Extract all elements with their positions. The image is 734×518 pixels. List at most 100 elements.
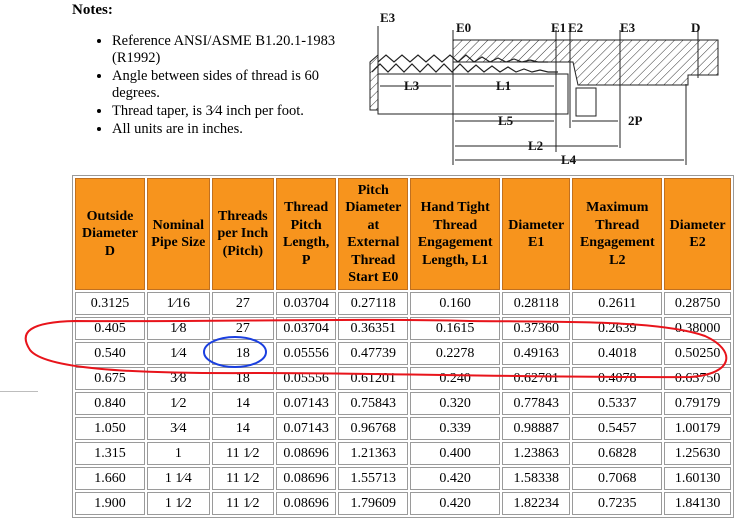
cell-nominal-pipe-size: 1 xyxy=(146,442,210,465)
cell-pitch-diameter-e0: 0.36351 xyxy=(338,317,409,340)
separator-line xyxy=(0,391,38,392)
cell-pitch-diameter-e0: 0.27118 xyxy=(338,292,409,315)
col-hand-tight-engagement: Hand Tight Thread Engagement Length, L1 xyxy=(410,178,501,290)
cell-pitch-diameter-e0: 1.79609 xyxy=(338,492,409,515)
label-e3-right: E3 xyxy=(620,20,636,35)
note-item: Angle between sides of thread is 60 degr… xyxy=(112,68,362,102)
cell-hand-tight-engagement: 0.420 xyxy=(410,467,501,490)
cell-diameter-e2: 0.50250 xyxy=(664,342,731,365)
table-row: 1.050 3⁄4 14 0.07143 0.96768 0.339 0.98887 0.54… xyxy=(75,417,731,440)
label-e2: E2 xyxy=(568,20,583,35)
label-l4: L4 xyxy=(561,152,577,167)
cell-thread-pitch-length: 0.07143 xyxy=(275,417,337,440)
cell-nominal-pipe-size: 1⁄16 xyxy=(146,292,210,315)
cell-nominal-pipe-size: 1⁄8 xyxy=(146,317,210,340)
cell-pitch-diameter-e0: 0.47739 xyxy=(338,342,409,365)
cell-threads-per-inch: 14 xyxy=(211,417,274,440)
label-l3: L3 xyxy=(404,78,420,93)
table-row: 1.660 1 1⁄4 11 1⁄2 0.08696 1.55713 0.420 1.583… xyxy=(75,467,731,490)
cell-nominal-pipe-size: 1⁄2 xyxy=(146,392,210,415)
cell-diameter-e2: 0.28750 xyxy=(664,292,731,315)
col-outside-diameter: Outside Diameter D xyxy=(75,178,145,290)
cell-outside-diameter: 1.660 xyxy=(75,467,145,490)
cell-outside-diameter: 0.3125 xyxy=(75,292,145,315)
cell-max-thread-engagement: 0.4018 xyxy=(572,342,663,365)
cell-pitch-diameter-e0: 1.55713 xyxy=(338,467,409,490)
cell-max-thread-engagement: 0.5337 xyxy=(572,392,663,415)
table-row: 1.315 1 11 1⁄2 0.08696 1.21363 0.400 1.23863 0.… xyxy=(75,442,731,465)
cell-max-thread-engagement: 0.7068 xyxy=(572,467,663,490)
table-header-row: Outside Diameter D Nominal Pipe Size Thr… xyxy=(75,178,731,290)
table-row: 0.3125 1⁄16 27 0.03704 0.27118 0.160 0.28118 0.… xyxy=(75,292,731,315)
cell-pitch-diameter-e0: 0.96768 xyxy=(338,417,409,440)
cell-nominal-pipe-size: 1⁄4 xyxy=(146,342,210,365)
cell-diameter-e1: 0.77843 xyxy=(502,392,571,415)
cell-threads-per-inch: 18 xyxy=(211,342,274,365)
table-row: 1.900 1 1⁄2 11 1⁄2 0.08696 1.79609 0.420 1.822… xyxy=(75,492,731,515)
cell-outside-diameter: 0.405 xyxy=(75,317,145,340)
inner-step xyxy=(575,87,597,117)
cell-diameter-e2: 1.84130 xyxy=(664,492,731,515)
cell-diameter-e1: 0.37360 xyxy=(502,317,571,340)
thread-profile-lower xyxy=(371,63,558,73)
cell-diameter-e2: 0.63750 xyxy=(664,367,731,390)
col-nominal-pipe-size: Nominal Pipe Size xyxy=(146,178,210,290)
cell-outside-diameter: 1.050 xyxy=(75,417,145,440)
notes-section: Notes: Reference ANSI/ASME B1.20.1-1983 … xyxy=(72,2,362,139)
cell-diameter-e1: 0.28118 xyxy=(502,292,571,315)
table-body: 0.3125 1⁄16 27 0.03704 0.27118 0.160 0.28118 0.… xyxy=(75,292,731,515)
label-e0: E0 xyxy=(456,20,471,35)
cell-threads-per-inch: 27 xyxy=(211,292,274,315)
cell-pitch-diameter-e0: 0.75843 xyxy=(338,392,409,415)
table-row: 0.675 3⁄8 18 0.05556 0.61201 0.240 0.62701 0.40… xyxy=(75,367,731,390)
cell-max-thread-engagement: 0.4078 xyxy=(572,367,663,390)
cell-diameter-e2: 1.25630 xyxy=(664,442,731,465)
cell-hand-tight-engagement: 0.240 xyxy=(410,367,501,390)
note-item: Reference ANSI/ASME B1.20.1-1983 (R1992) xyxy=(112,33,362,67)
cell-hand-tight-engagement: 0.339 xyxy=(410,417,501,440)
cell-thread-pitch-length: 0.03704 xyxy=(275,292,337,315)
col-diameter-e2: Diameter E2 xyxy=(664,178,731,290)
cell-hand-tight-engagement: 0.2278 xyxy=(410,342,501,365)
cell-outside-diameter: 0.840 xyxy=(75,392,145,415)
cell-thread-pitch-length: 0.07143 xyxy=(275,392,337,415)
col-threads-per-inch: Threads per Inch (Pitch) xyxy=(211,178,274,290)
cell-outside-diameter: 0.675 xyxy=(75,367,145,390)
cell-max-thread-engagement: 0.2611 xyxy=(572,292,663,315)
cell-hand-tight-engagement: 0.1615 xyxy=(410,317,501,340)
cell-diameter-e2: 1.60130 xyxy=(664,467,731,490)
cell-threads-per-inch: 14 xyxy=(211,392,274,415)
cell-threads-per-inch: 11 1⁄2 xyxy=(211,442,274,465)
label-e3-left: E3 xyxy=(380,10,396,25)
cell-nominal-pipe-size: 3⁄8 xyxy=(146,367,210,390)
cell-pitch-diameter-e0: 1.21363 xyxy=(338,442,409,465)
cell-diameter-e1: 1.58338 xyxy=(502,467,571,490)
cell-diameter-e1: 0.49163 xyxy=(502,342,571,365)
cell-diameter-e2: 0.79179 xyxy=(664,392,731,415)
cell-diameter-e2: 1.00179 xyxy=(664,417,731,440)
table-row: 0.840 1⁄2 14 0.07143 0.75843 0.320 0.77843 0.53… xyxy=(75,392,731,415)
cell-nominal-pipe-size: 3⁄4 xyxy=(146,417,210,440)
cell-max-thread-engagement: 0.7235 xyxy=(572,492,663,515)
col-max-thread-engagement: Maximum Thread Engagement L2 xyxy=(572,178,663,290)
cell-thread-pitch-length: 0.05556 xyxy=(275,367,337,390)
table-row: 0.540 1⁄4 18 0.05556 0.47739 0.2278 0.49163 0.4… xyxy=(75,342,731,365)
pipe-thread-diagram: E3 E0 E1 E2 E3 D L3 L1 L5 2P L2 L4 xyxy=(369,10,719,167)
pipe-thread-table: Outside Diameter D Nominal Pipe Size Thr… xyxy=(72,175,734,518)
cell-hand-tight-engagement: 0.400 xyxy=(410,442,501,465)
cell-threads-per-inch: 27 xyxy=(211,317,274,340)
notes-heading: Notes: xyxy=(72,2,113,18)
cell-thread-pitch-length: 0.08696 xyxy=(275,467,337,490)
cell-outside-diameter: 0.540 xyxy=(75,342,145,365)
cell-pitch-diameter-e0: 0.61201 xyxy=(338,367,409,390)
cell-max-thread-engagement: 0.6828 xyxy=(572,442,663,465)
cell-thread-pitch-length: 0.05556 xyxy=(275,342,337,365)
cell-hand-tight-engagement: 0.160 xyxy=(410,292,501,315)
cell-thread-pitch-length: 0.08696 xyxy=(275,442,337,465)
cell-hand-tight-engagement: 0.320 xyxy=(410,392,501,415)
col-thread-pitch-length: Thread Pitch Length, P xyxy=(275,178,337,290)
cell-outside-diameter: 1.900 xyxy=(75,492,145,515)
cell-hand-tight-engagement: 0.420 xyxy=(410,492,501,515)
note-item: Thread taper, is 3⁄4 inch per foot. xyxy=(112,103,362,120)
label-l1: L1 xyxy=(496,78,511,93)
